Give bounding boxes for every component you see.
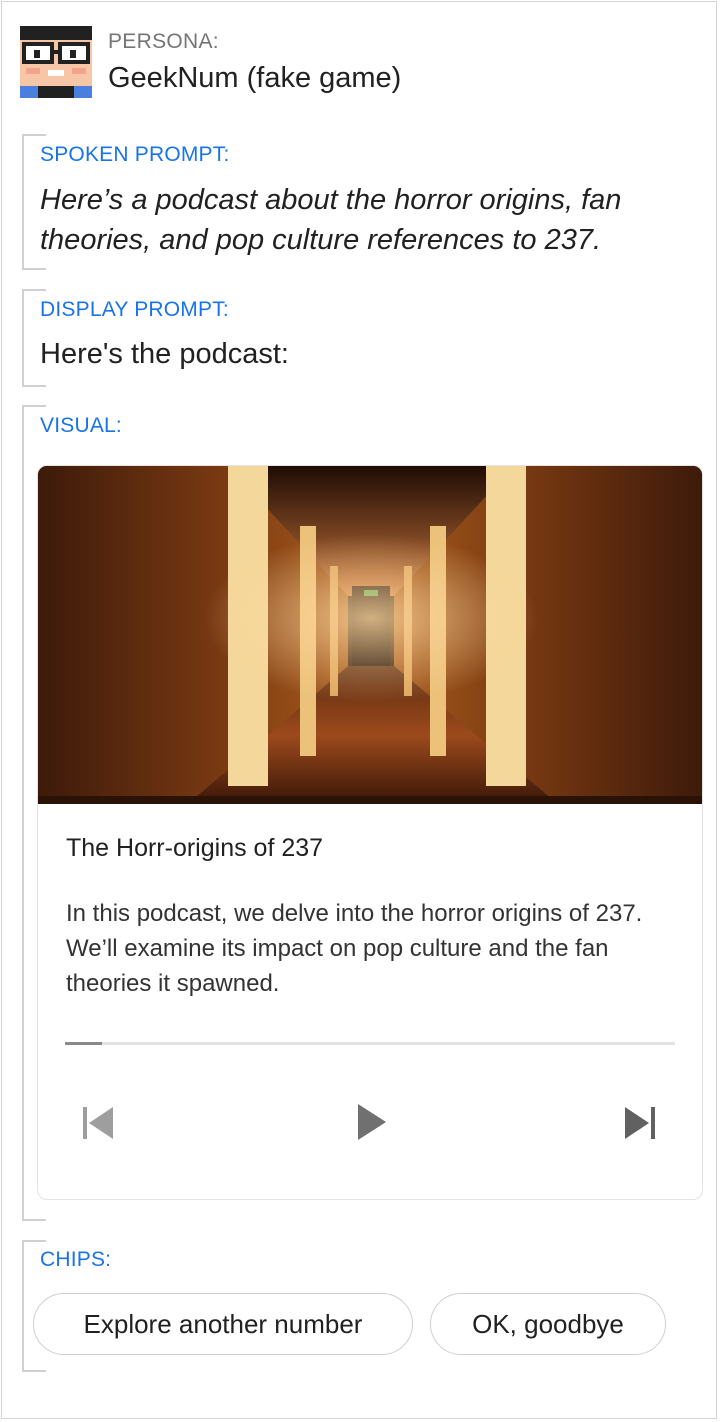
podcast-title: The Horr-origins of 237 <box>66 834 324 862</box>
visual-label: VISUAL: <box>40 414 122 437</box>
skip-next-icon[interactable] <box>624 1106 658 1140</box>
display-prompt-label: DISPLAY PROMPT: <box>40 298 229 321</box>
progress-fill <box>65 1042 102 1045</box>
persona-label: PERSONA: <box>108 30 219 53</box>
spoken-prompt-label: SPOKEN PROMPT: <box>40 143 230 166</box>
podcast-card: The Horr-origins of 237 In this podcast,… <box>37 465 703 1200</box>
podcast-description: In this podcast, we delve into the horro… <box>66 900 643 997</box>
display-prompt-text: Here's the podcast: <box>40 338 289 370</box>
progress-bar[interactable] <box>65 1042 675 1045</box>
chip-ok-goodbye[interactable]: OK, goodbye <box>430 1293 666 1355</box>
chips-label: CHIPS: <box>40 1248 112 1271</box>
play-icon[interactable] <box>356 1103 388 1141</box>
chip-explore-another-number[interactable]: Explore another number <box>33 1293 413 1355</box>
geek-avatar-icon <box>20 26 92 98</box>
hallway-image <box>38 466 702 804</box>
persona-name: GeekNum (fake game) <box>108 62 402 94</box>
skip-previous-icon[interactable] <box>80 1106 114 1140</box>
spoken-prompt-text: Here’s a podcast about the horror origin… <box>40 184 622 256</box>
